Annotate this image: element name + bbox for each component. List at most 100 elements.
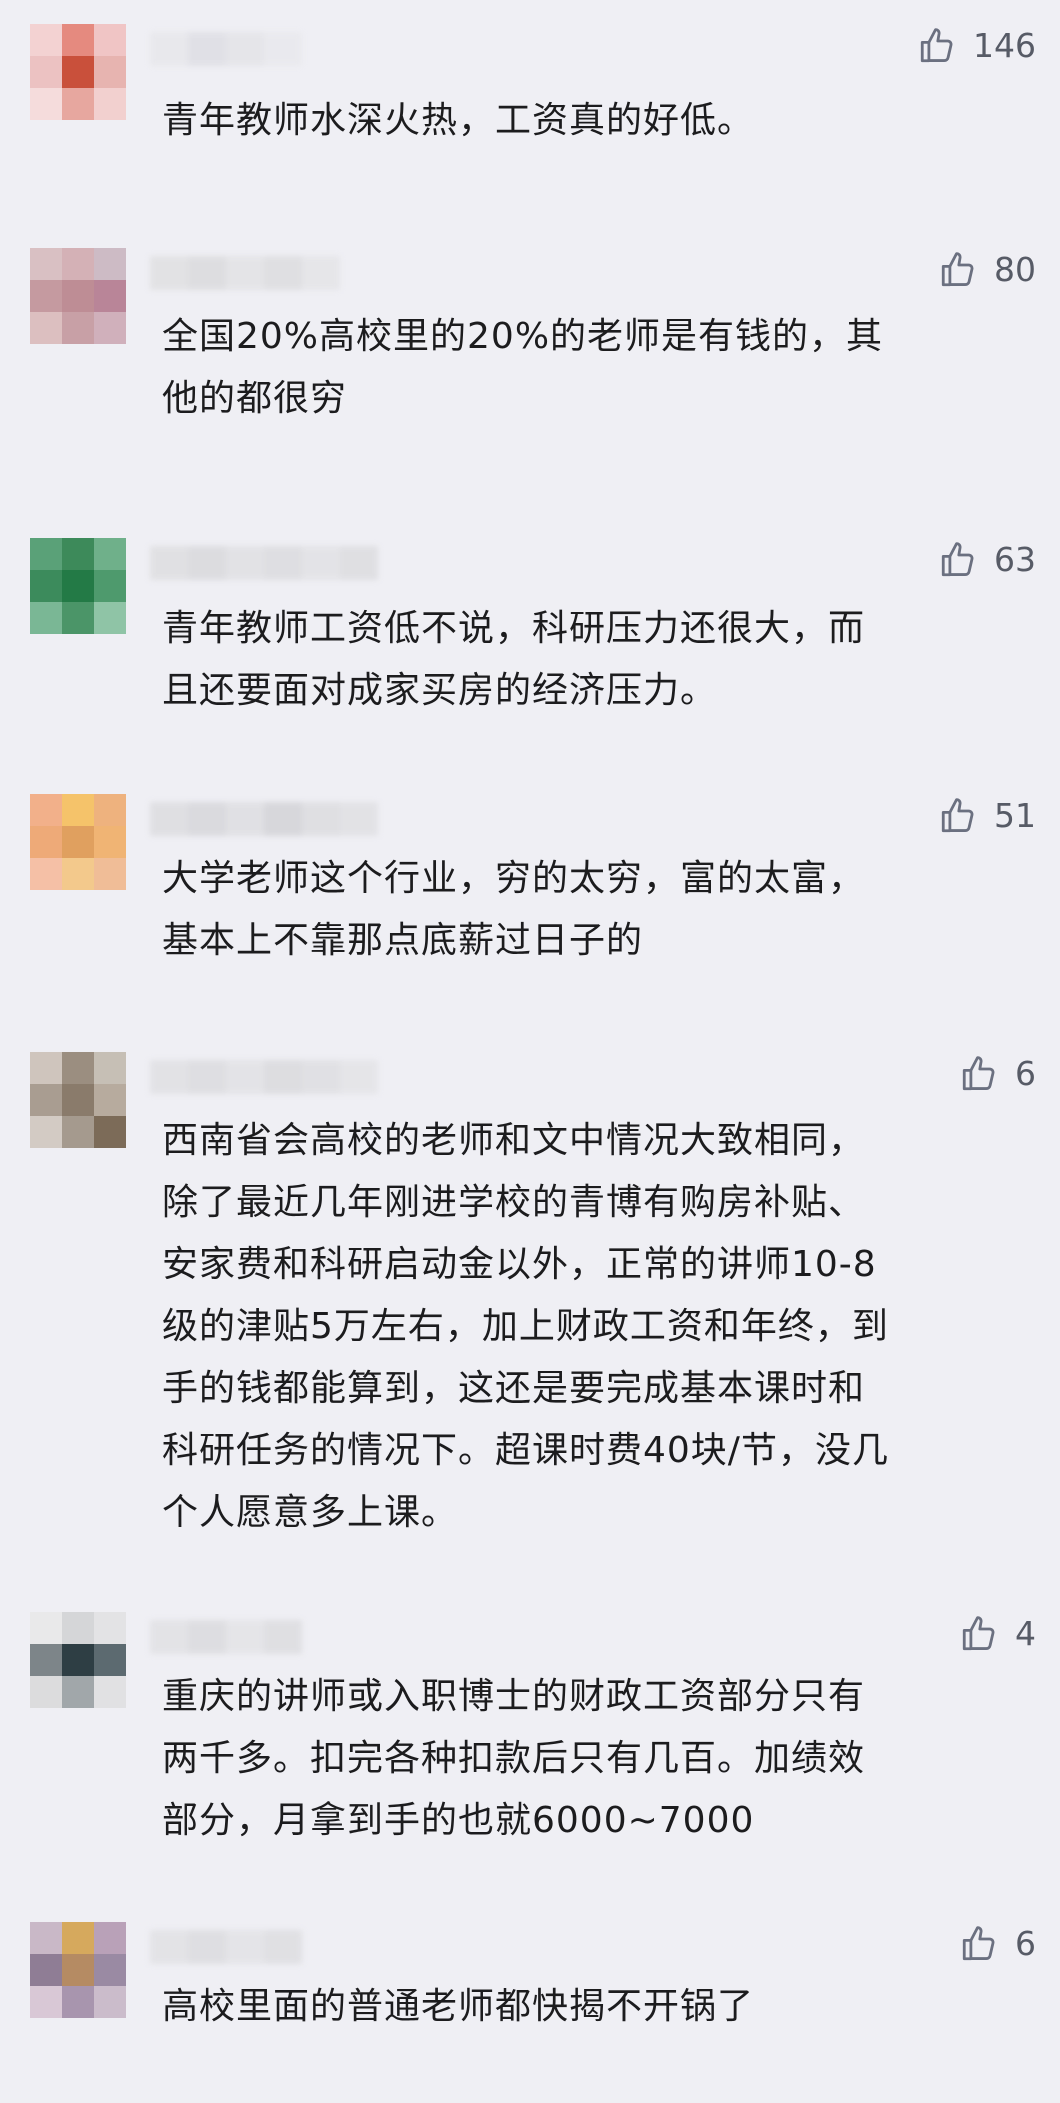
username-pixel bbox=[226, 802, 264, 836]
avatar-pixel bbox=[94, 88, 126, 120]
avatar-pixel bbox=[94, 280, 126, 312]
avatar-pixel bbox=[94, 570, 126, 602]
avatar-pixel bbox=[30, 1922, 62, 1954]
avatar-pixel bbox=[94, 602, 126, 634]
avatar-pixel bbox=[30, 1116, 62, 1148]
username-blurred[interactable] bbox=[150, 1620, 302, 1654]
avatar-pixel bbox=[94, 1922, 126, 1954]
username-pixel bbox=[264, 32, 302, 66]
comment-text: 大学老师这个行业，穷的太穷，富的太富， 基本上不靠那点底薪过日子的 bbox=[162, 858, 866, 961]
like-button[interactable]: 4 bbox=[959, 1612, 1036, 1654]
avatar-pixel bbox=[30, 312, 62, 344]
username-pixel bbox=[188, 546, 226, 580]
avatar[interactable] bbox=[30, 538, 126, 634]
avatar-pixel bbox=[94, 1612, 126, 1644]
username-pixel bbox=[264, 1060, 302, 1094]
username-pixel bbox=[340, 802, 378, 836]
username-pixel bbox=[150, 1930, 188, 1964]
username-pixel bbox=[226, 1930, 264, 1964]
avatar-pixel bbox=[62, 794, 94, 826]
avatar-pixel bbox=[62, 602, 94, 634]
avatar-pixel bbox=[62, 1676, 94, 1708]
avatar[interactable] bbox=[30, 794, 126, 890]
avatar-pixel bbox=[62, 1954, 94, 1986]
username-pixel bbox=[226, 546, 264, 580]
username-pixel bbox=[264, 256, 302, 290]
avatar-pixel bbox=[94, 826, 126, 858]
comment-text: 青年教师工资低不说，科研压力还很大，而 且还要面对成家买房的经济压力。 bbox=[162, 608, 866, 711]
like-button[interactable]: 51 bbox=[938, 794, 1036, 836]
avatar[interactable] bbox=[30, 1922, 126, 2018]
avatar-pixel bbox=[62, 1052, 94, 1084]
username-blurred[interactable] bbox=[150, 546, 378, 580]
username-pixel bbox=[188, 1620, 226, 1654]
like-count: 6 bbox=[1015, 1923, 1036, 1963]
like-count: 146 bbox=[973, 25, 1036, 65]
avatar-pixel bbox=[30, 88, 62, 120]
username-pixel bbox=[188, 256, 226, 290]
username-pixel bbox=[302, 1060, 340, 1094]
username-pixel bbox=[264, 1930, 302, 1964]
avatar-pixel bbox=[30, 1052, 62, 1084]
comment-text: 重庆的讲师或入职博士的财政工资部分只有 两千多。扣完各种扣款后只有几百。加绩效 … bbox=[162, 1676, 866, 1841]
username-pixel bbox=[150, 1620, 188, 1654]
like-button[interactable]: 63 bbox=[938, 538, 1036, 580]
avatar-pixel bbox=[30, 858, 62, 890]
avatar-pixel bbox=[30, 570, 62, 602]
like-button[interactable]: 80 bbox=[938, 248, 1036, 290]
avatar[interactable] bbox=[30, 1612, 126, 1708]
avatar-pixel bbox=[30, 280, 62, 312]
avatar-pixel bbox=[62, 280, 94, 312]
username-pixel bbox=[226, 1060, 264, 1094]
username-blurred[interactable] bbox=[150, 32, 302, 66]
username-blurred[interactable] bbox=[150, 802, 378, 836]
avatar-pixel bbox=[30, 1612, 62, 1644]
thumbs-up-icon bbox=[941, 542, 974, 577]
username-pixel bbox=[340, 546, 378, 580]
avatar-pixel bbox=[94, 1954, 126, 1986]
avatar[interactable] bbox=[30, 24, 126, 120]
avatar-pixel bbox=[62, 56, 94, 88]
avatar[interactable] bbox=[30, 1052, 126, 1148]
thumbs-up-icon bbox=[941, 252, 974, 287]
username-blurred[interactable] bbox=[150, 256, 340, 290]
avatar-pixel bbox=[62, 1612, 94, 1644]
avatar-pixel bbox=[30, 794, 62, 826]
avatar-pixel bbox=[30, 56, 62, 88]
avatar-pixel bbox=[62, 24, 94, 56]
avatar-pixel bbox=[94, 1986, 126, 2018]
avatar-pixel bbox=[62, 312, 94, 344]
username-pixel bbox=[340, 1060, 378, 1094]
avatar-pixel bbox=[62, 1084, 94, 1116]
avatar-pixel bbox=[94, 538, 126, 570]
avatar-pixel bbox=[30, 602, 62, 634]
username-pixel bbox=[264, 546, 302, 580]
like-button[interactable]: 6 bbox=[959, 1922, 1036, 1964]
username-pixel bbox=[150, 802, 188, 836]
username-pixel bbox=[150, 256, 188, 290]
thumbs-up-icon bbox=[962, 1056, 995, 1091]
avatar-pixel bbox=[30, 1986, 62, 2018]
avatar-pixel bbox=[30, 538, 62, 570]
avatar-pixel bbox=[62, 858, 94, 890]
avatar-pixel bbox=[30, 826, 62, 858]
avatar-pixel bbox=[62, 1922, 94, 1954]
comment-text: 西南省会高校的老师和文中情况大致相同， 除了最近几年刚进学校的青博有购房补贴、 … bbox=[162, 1120, 889, 1533]
avatar-pixel bbox=[30, 1644, 62, 1676]
username-pixel bbox=[188, 802, 226, 836]
avatar-pixel bbox=[62, 826, 94, 858]
like-button[interactable]: 146 bbox=[917, 24, 1036, 66]
avatar[interactable] bbox=[30, 248, 126, 344]
username-blurred[interactable] bbox=[150, 1060, 378, 1094]
username-pixel bbox=[302, 802, 340, 836]
avatar-pixel bbox=[62, 1116, 94, 1148]
avatar-pixel bbox=[94, 794, 126, 826]
avatar-pixel bbox=[30, 1084, 62, 1116]
username-blurred[interactable] bbox=[150, 1930, 302, 1964]
like-button[interactable]: 6 bbox=[959, 1052, 1036, 1094]
username-pixel bbox=[302, 546, 340, 580]
avatar-pixel bbox=[94, 1644, 126, 1676]
avatar-pixel bbox=[94, 56, 126, 88]
like-count: 80 bbox=[994, 249, 1036, 289]
avatar-pixel bbox=[94, 1676, 126, 1708]
